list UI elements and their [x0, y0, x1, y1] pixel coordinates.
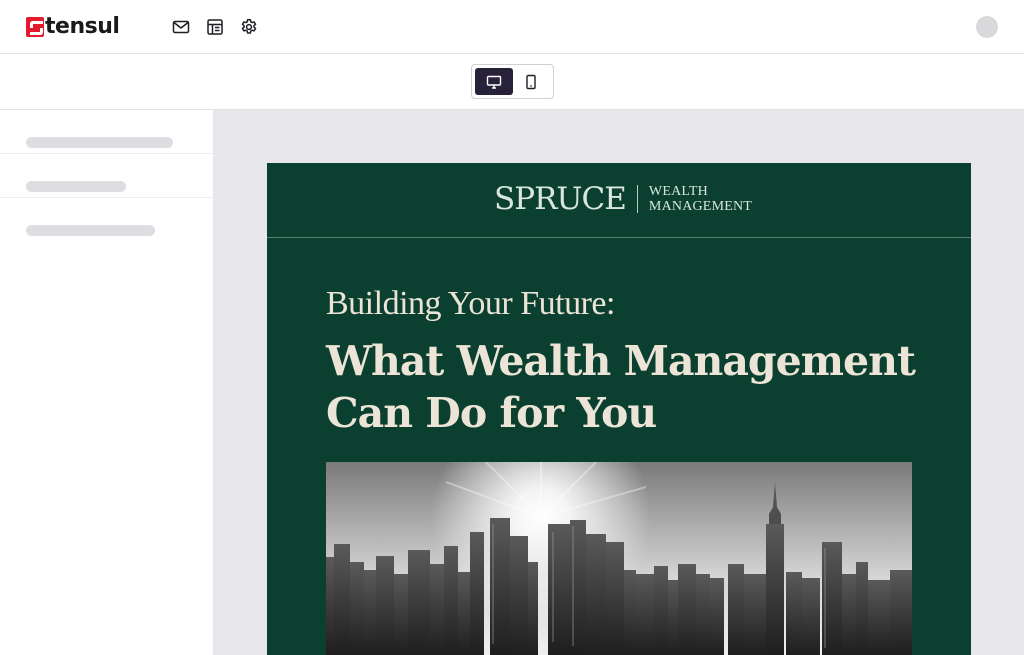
mail-icon[interactable]: [172, 18, 190, 36]
brand-subtitle-line2: MANAGEMENT: [648, 199, 753, 214]
city-skyline-photo: [326, 462, 912, 655]
email-kicker: Building Your Future:: [326, 285, 615, 322]
layout-grid-icon[interactable]: [206, 18, 224, 36]
desktop-icon: [486, 75, 502, 89]
skeleton-bar: [26, 137, 173, 148]
brand-subtitle: WEALTH MANAGEMENT: [649, 184, 752, 214]
sidebar: [0, 110, 214, 655]
logo-text: tensul: [45, 14, 120, 39]
sidebar-skeleton-item: [0, 110, 213, 154]
header-nav: [172, 18, 258, 36]
preview-toolbar: [0, 54, 1024, 110]
brand-subtitle-line1: WEALTH: [648, 184, 708, 199]
hero-image: [326, 462, 912, 655]
email-preview[interactable]: SPRUCE WEALTH MANAGEMENT Building Your F…: [267, 163, 971, 655]
gear-icon[interactable]: [240, 18, 258, 36]
device-toggle: [471, 64, 554, 99]
email-headline: What Wealth Management Can Do for You: [326, 335, 926, 439]
stensul-logo[interactable]: tensul: [26, 14, 120, 40]
brand-divider: [636, 185, 638, 213]
email-header: SPRUCE WEALTH MANAGEMENT: [267, 163, 971, 238]
headline-line2: Can Do for You: [326, 389, 657, 437]
preview-canvas: SPRUCE WEALTH MANAGEMENT Building Your F…: [214, 110, 1024, 655]
headline-line1: What Wealth Management: [326, 337, 916, 385]
skeleton-bar: [26, 181, 126, 192]
skeleton-bar: [26, 225, 155, 236]
brand-name: SPRUCE: [494, 181, 627, 217]
app-header: tensul: [0, 0, 1024, 54]
sidebar-skeleton-item: [0, 198, 213, 242]
logo-mark-icon: [26, 17, 44, 37]
mobile-view-button[interactable]: [512, 68, 550, 95]
desktop-view-button[interactable]: [475, 68, 513, 95]
spruce-logo: SPRUCE WEALTH MANAGEMENT: [494, 182, 752, 216]
sidebar-skeleton-item: [0, 154, 213, 198]
mobile-icon: [526, 74, 536, 89]
user-avatar[interactable]: [976, 16, 998, 38]
